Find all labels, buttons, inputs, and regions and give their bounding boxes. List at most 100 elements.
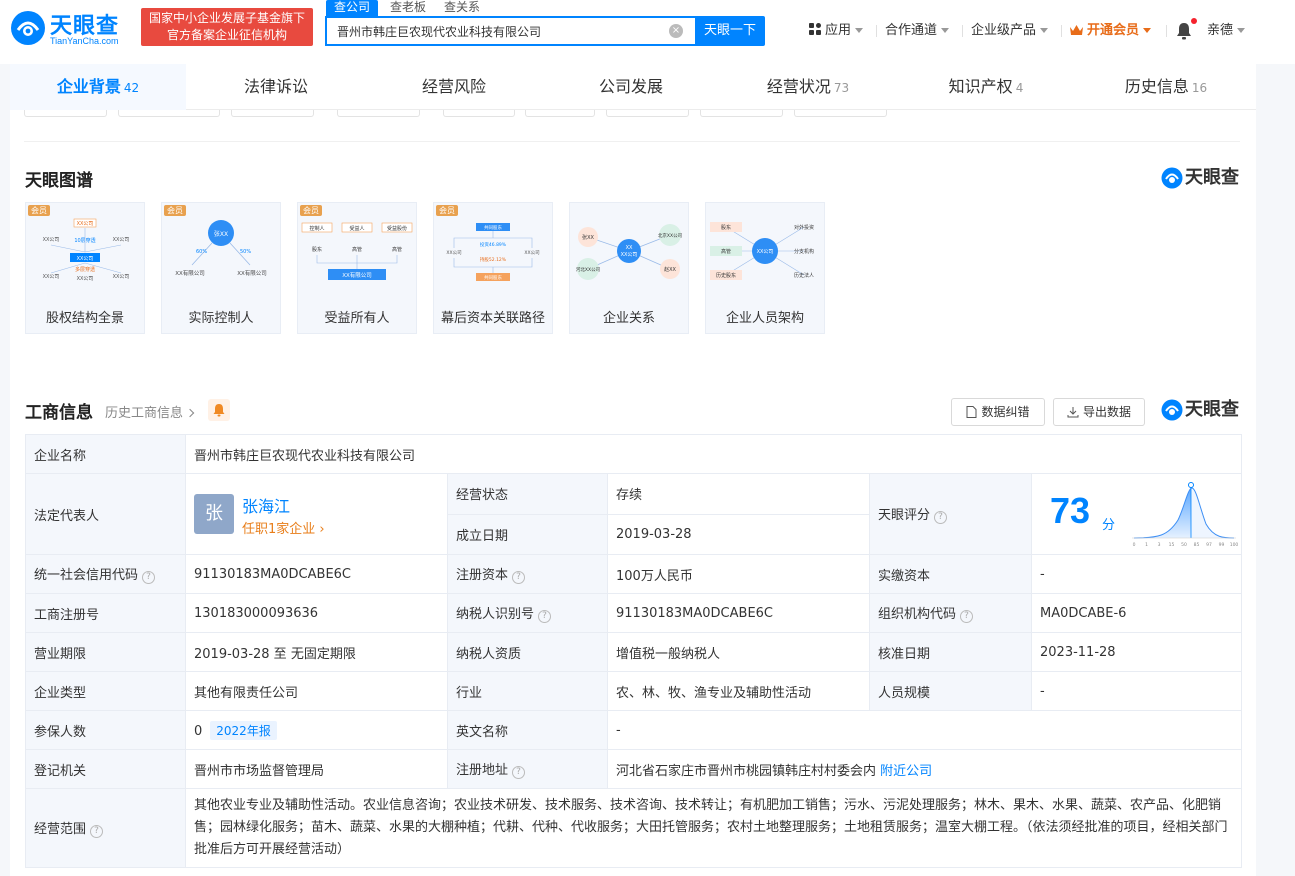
tab-history[interactable]: 历史信息 16	[1076, 64, 1256, 110]
graph-card-equity[interactable]: XX公司 XX公司 XX公司 10层穿透 XX公司 多层穿透 XX公司 XX公司…	[25, 202, 145, 334]
nav-vip[interactable]: 开通会员	[1070, 20, 1152, 42]
thumb-text: XX有限公司	[175, 269, 205, 277]
tab-background[interactable]: 企业背景 42	[10, 64, 186, 110]
help-icon[interactable]: ?	[934, 511, 948, 524]
nearby-companies-link[interactable]: 附近公司	[880, 764, 932, 779]
tab-operation[interactable]: 经营状况 73	[720, 64, 896, 110]
thumb-text: 高管	[392, 246, 402, 253]
nav-user[interactable]: 亲德	[1207, 20, 1246, 42]
status-label: 经营状态	[447, 473, 608, 515]
approve-date-value: 2023-11-28	[1030, 632, 1243, 672]
tab-ip[interactable]: 知识产权 4	[896, 64, 1076, 110]
graph-card-relations[interactable]: XX XX公司 张XX 北京XX公司 河北XX公司 赵XX 企业关系	[569, 202, 689, 334]
tab-risk[interactable]: 经营风险	[366, 64, 542, 110]
member-tag: 会员	[164, 205, 186, 216]
brand-mark: 天眼查	[1161, 398, 1241, 422]
gov-badge[interactable]: 国家中小企业发展子基金旗下 官方备案企业征信机构	[141, 8, 313, 46]
thumb-text: XX公司	[77, 256, 94, 262]
graph-card-staff[interactable]: XX公司 股东 高管 历史股东 对外投资 分支机构 历史法人 企业人员架构	[705, 202, 825, 334]
table-row: 法定代表人 张 张海江 任职1家企业 › 经营状态 存续 天眼评分? 73 分	[25, 473, 1243, 555]
graph-card-label: 企业关系	[602, 311, 655, 326]
history-biz-link[interactable]: 历史工商信息	[105, 402, 195, 421]
search-tab-boss[interactable]: 查老板	[390, 0, 426, 16]
thumb-text: XX公司	[757, 249, 774, 255]
table-row: 登记机关 晋州市市场监督管理局 注册地址? 河北省石家庄市晋州市桃园镇韩庄村村委…	[25, 749, 1243, 789]
credit-code-label: 统一社会信用代码	[34, 568, 139, 583]
tab-label: 公司发展	[598, 77, 663, 96]
score-cell[interactable]: 73 分 0 1 3 15 50 85 97 99 100	[1030, 473, 1243, 555]
tab-legal[interactable]: 法律诉讼	[186, 64, 366, 110]
term-value: 2019-03-28 至 无固定期限	[185, 632, 448, 672]
insured-year-tag[interactable]: 2022年报	[210, 720, 277, 740]
table-row: 经营范围? 其他农业专业及辅助性活动。农业信息咨询；农业技术研发、技术服务、技术…	[25, 788, 1243, 868]
bell-icon[interactable]	[1176, 22, 1192, 40]
top-header: 天眼查 TianYanCha.com 国家中小企业发展子基金旗下 官方备案企业征…	[0, 0, 1295, 64]
member-tag: 会员	[28, 205, 50, 216]
legal-rep-name-link[interactable]: 张海江	[242, 493, 290, 517]
svg-text:XX: XX	[626, 245, 633, 251]
reg-capital-value: 100万人民币	[607, 554, 870, 594]
brand-mark: 天眼查	[1161, 166, 1241, 190]
insured-label: 参保人数	[25, 710, 186, 750]
org-code-value: MA0DCABE-6	[1030, 593, 1243, 633]
nav-enterprise[interactable]: 企业级产品	[971, 20, 1049, 42]
tab-label: 法律诉讼	[243, 77, 308, 96]
status-value: 存续	[607, 473, 870, 515]
graph-card-label: 受益所有人	[324, 311, 390, 326]
export-data-button[interactable]: 导出数据	[1053, 398, 1145, 426]
reg-org-label: 登记机关	[25, 749, 186, 789]
biz-section-title: 工商信息	[25, 403, 93, 423]
search-button[interactable]: 天眼一下	[695, 16, 765, 46]
monitor-bell-button[interactable]	[208, 399, 230, 421]
legal-rep-positions-link[interactable]: 任职1家企业 ›	[242, 518, 325, 537]
tax-id-value: 91130183MA0DCABE6C	[607, 593, 870, 633]
scope-value: 其他农业专业及辅助性活动。农业信息咨询；农业技术研发、技术服务、技术咨询、技术转…	[184, 788, 1243, 868]
clear-icon[interactable]: ×	[669, 24, 683, 38]
search-tab-relation[interactable]: 查关系	[444, 0, 480, 16]
company-type-label: 企业类型	[25, 671, 186, 711]
help-icon[interactable]: ?	[142, 571, 156, 584]
thumb-text: 股东	[312, 246, 322, 253]
score-unit: 分	[1102, 518, 1116, 533]
equity-structure-thumb: XX公司 XX公司 XX公司 10层穿透 XX公司 多层穿透 XX公司 XX公司…	[43, 218, 130, 282]
graph-card-beneficiary[interactable]: 控制人 受益人 受益股份 股东 高管 高管 XX有限公司 会员 受益所有人	[297, 202, 417, 334]
capital-path-thumb: 共同股东 投资46.89% XX公司 XX公司 持股52.12% 共同股东	[446, 223, 540, 281]
tianyancha-logo[interactable]: 天眼查 TianYanCha.com	[10, 8, 138, 48]
nav-apps-label: 应用	[825, 23, 852, 38]
score-tick-label: 99	[1219, 542, 1225, 548]
nav-channels[interactable]: 合作通道	[885, 20, 950, 42]
thumb-text: XX公司	[113, 237, 130, 243]
search-tab-company[interactable]: 查公司	[326, 0, 379, 16]
tab-label: 经营风险	[421, 77, 486, 96]
gov-badge-line1: 国家中小企业发展子基金旗下	[148, 11, 305, 25]
thumb-text: 张XX	[582, 234, 594, 241]
help-icon[interactable]: ?	[90, 825, 104, 838]
thumb-text: 60%	[196, 249, 207, 255]
notification-dot	[1191, 18, 1197, 24]
search-input[interactable]	[327, 18, 663, 44]
thumb-text: XX公司	[77, 221, 94, 227]
help-icon[interactable]: ?	[512, 766, 526, 779]
tab-development[interactable]: 公司发展	[542, 64, 720, 110]
tab-count: 73	[833, 81, 850, 95]
industry-label: 行业	[447, 671, 608, 711]
thumb-text: 高管	[352, 246, 362, 253]
graph-card-controller[interactable]: 张XX 60% 50% XX有限公司 XX有限公司 会员 实际控制人	[161, 202, 281, 334]
download-icon	[1067, 407, 1079, 418]
table-row: 统一社会信用代码? 91130183MA0DCABE6C 注册资本? 100万人…	[25, 554, 1243, 594]
nav-apps[interactable]: 应用	[809, 20, 864, 42]
data-correct-button[interactable]: 数据纠错	[951, 398, 1045, 426]
term-label: 营业期限	[25, 632, 186, 672]
reg-capital-label: 注册资本	[456, 568, 509, 583]
thumb-text: 高管	[721, 248, 731, 255]
graph-card-label: 股权结构全景	[45, 311, 124, 326]
help-icon[interactable]: ?	[512, 571, 526, 584]
nav-channels-label: 合作通道	[885, 23, 938, 38]
thumb-text: 北京XX公司	[658, 232, 682, 239]
help-icon[interactable]: ?	[538, 610, 552, 623]
table-row: 企业类型 其他有限责任公司 行业 农、林、牧、渔专业及辅助性活动 人员规模 -	[25, 671, 1243, 711]
graph-card-capital-path[interactable]: 共同股东 投资46.89% XX公司 XX公司 持股52.12% 共同股东 会员…	[433, 202, 553, 334]
chevron-right-icon	[185, 408, 195, 418]
help-icon[interactable]: ?	[960, 610, 974, 623]
thumb-text: XX公司	[43, 274, 60, 280]
